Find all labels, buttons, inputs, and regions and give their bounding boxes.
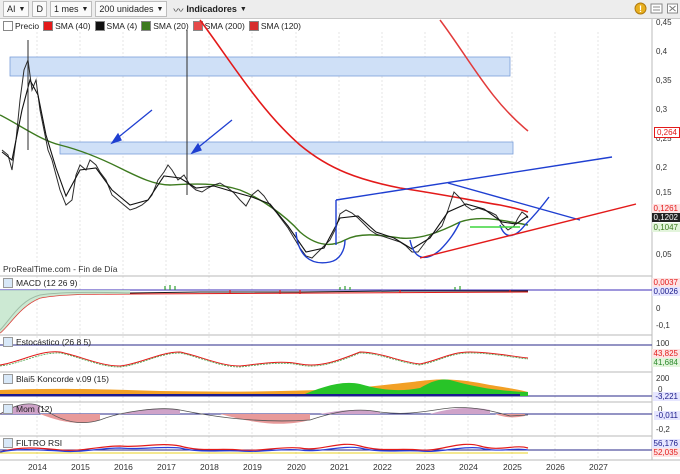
price-tag-sma40: 0,1261 (651, 204, 680, 213)
year-label: 2021 (330, 462, 349, 472)
macd-tag: 0,0037 (651, 278, 680, 287)
axis-label: 0,05 (656, 250, 672, 259)
axis-label: -0,2 (656, 425, 670, 434)
filtro-panel-label[interactable]: FILTRO RSI (3, 437, 62, 448)
sma20-line (0, 114, 529, 246)
axis-label: 0,3 (656, 105, 668, 114)
year-label: 2024 (459, 462, 478, 472)
macd-panel-graphics (0, 285, 652, 334)
resistance-zone-lower (59, 141, 514, 155)
price-tag-sma120: 0,264 (653, 127, 680, 138)
trend-line-red (419, 203, 637, 259)
koncorde-panel-label[interactable]: Blai5 Koncorde v.09 (15) (3, 373, 109, 384)
stoch-tag: 43,825 (651, 349, 680, 358)
stoch-panel-label[interactable]: Estocástico (26 8 5) (3, 336, 91, 347)
year-label: 2027 (589, 462, 608, 472)
mom-tag: -0,011 (653, 411, 680, 420)
year-label: 2014 (28, 462, 47, 472)
axis-label: -0,1 (656, 321, 670, 330)
price-tag-sma20: 0,1047 (651, 223, 680, 232)
axis-label: 0 (656, 304, 661, 313)
filtro-tag: 52,035 (651, 448, 680, 457)
chart-canvas[interactable] (0, 0, 680, 474)
year-label: 2026 (546, 462, 565, 472)
price-tag-last: 0,1202 (651, 213, 680, 222)
axis-label: 100 (656, 339, 670, 348)
axis-label: 0,4 (656, 47, 668, 56)
macd-panel-label[interactable]: MACD (12 26 9) (3, 277, 77, 288)
watermark: ProRealTime.com - Fin de Día (3, 264, 118, 274)
price-line (1, 58, 529, 259)
macd-tag: 0,0026 (651, 287, 680, 296)
year-label: 2017 (157, 462, 176, 472)
axis-label: 0,35 (656, 76, 672, 85)
year-label: 2020 (287, 462, 306, 472)
year-label: 2025 (503, 462, 522, 472)
year-label: 2016 (114, 462, 133, 472)
filtro-tag: 56,176 (651, 439, 680, 448)
resistance-zone-upper (9, 56, 511, 77)
year-label: 2023 (416, 462, 435, 472)
year-label: 2019 (243, 462, 262, 472)
koncorde-tag: -3,221 (653, 392, 680, 401)
axis-label: 0,45 (656, 18, 672, 27)
axis-label: 0,15 (656, 188, 672, 197)
mom-panel-label[interactable]: Mom (12) (3, 403, 52, 414)
mom-panel-graphics (0, 403, 652, 424)
axis-label: 200 (656, 374, 670, 383)
stoch-tag: 41,684 (651, 358, 680, 367)
axis-label: 0,2 (656, 163, 668, 172)
stoch-panel-graphics (0, 344, 652, 368)
filtro-panel-graphics (0, 443, 652, 454)
year-label: 2022 (373, 462, 392, 472)
year-label: 2018 (200, 462, 219, 472)
year-label: 2015 (71, 462, 90, 472)
